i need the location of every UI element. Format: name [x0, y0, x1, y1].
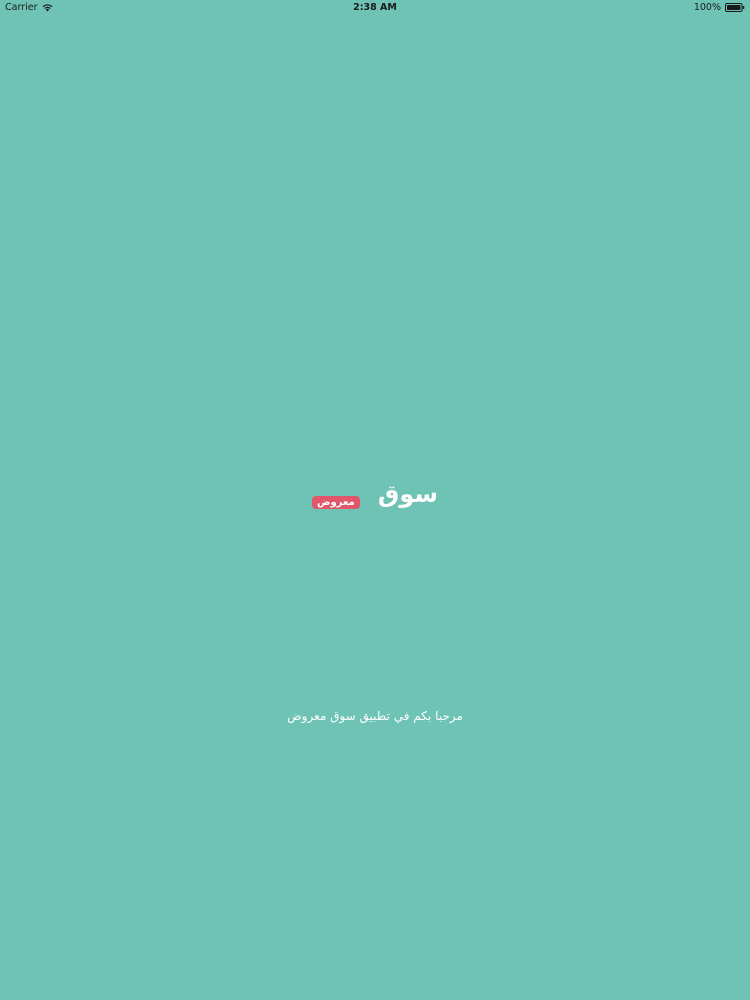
logo-badge: معروض — [312, 496, 360, 509]
status-time: 2:38 AM — [353, 2, 397, 13]
battery-icon — [725, 3, 745, 12]
logo-main-text: سوق — [377, 480, 438, 508]
app-logo: سوق معروض — [310, 480, 442, 514]
status-bar: Carrier 2:38 AM 100% — [0, 0, 750, 14]
battery-percent: 100% — [693, 2, 721, 13]
status-right: 100% — [694, 2, 745, 13]
welcome-message: مرحبا بكم في تطبيق سوق معروض — [287, 709, 463, 723]
